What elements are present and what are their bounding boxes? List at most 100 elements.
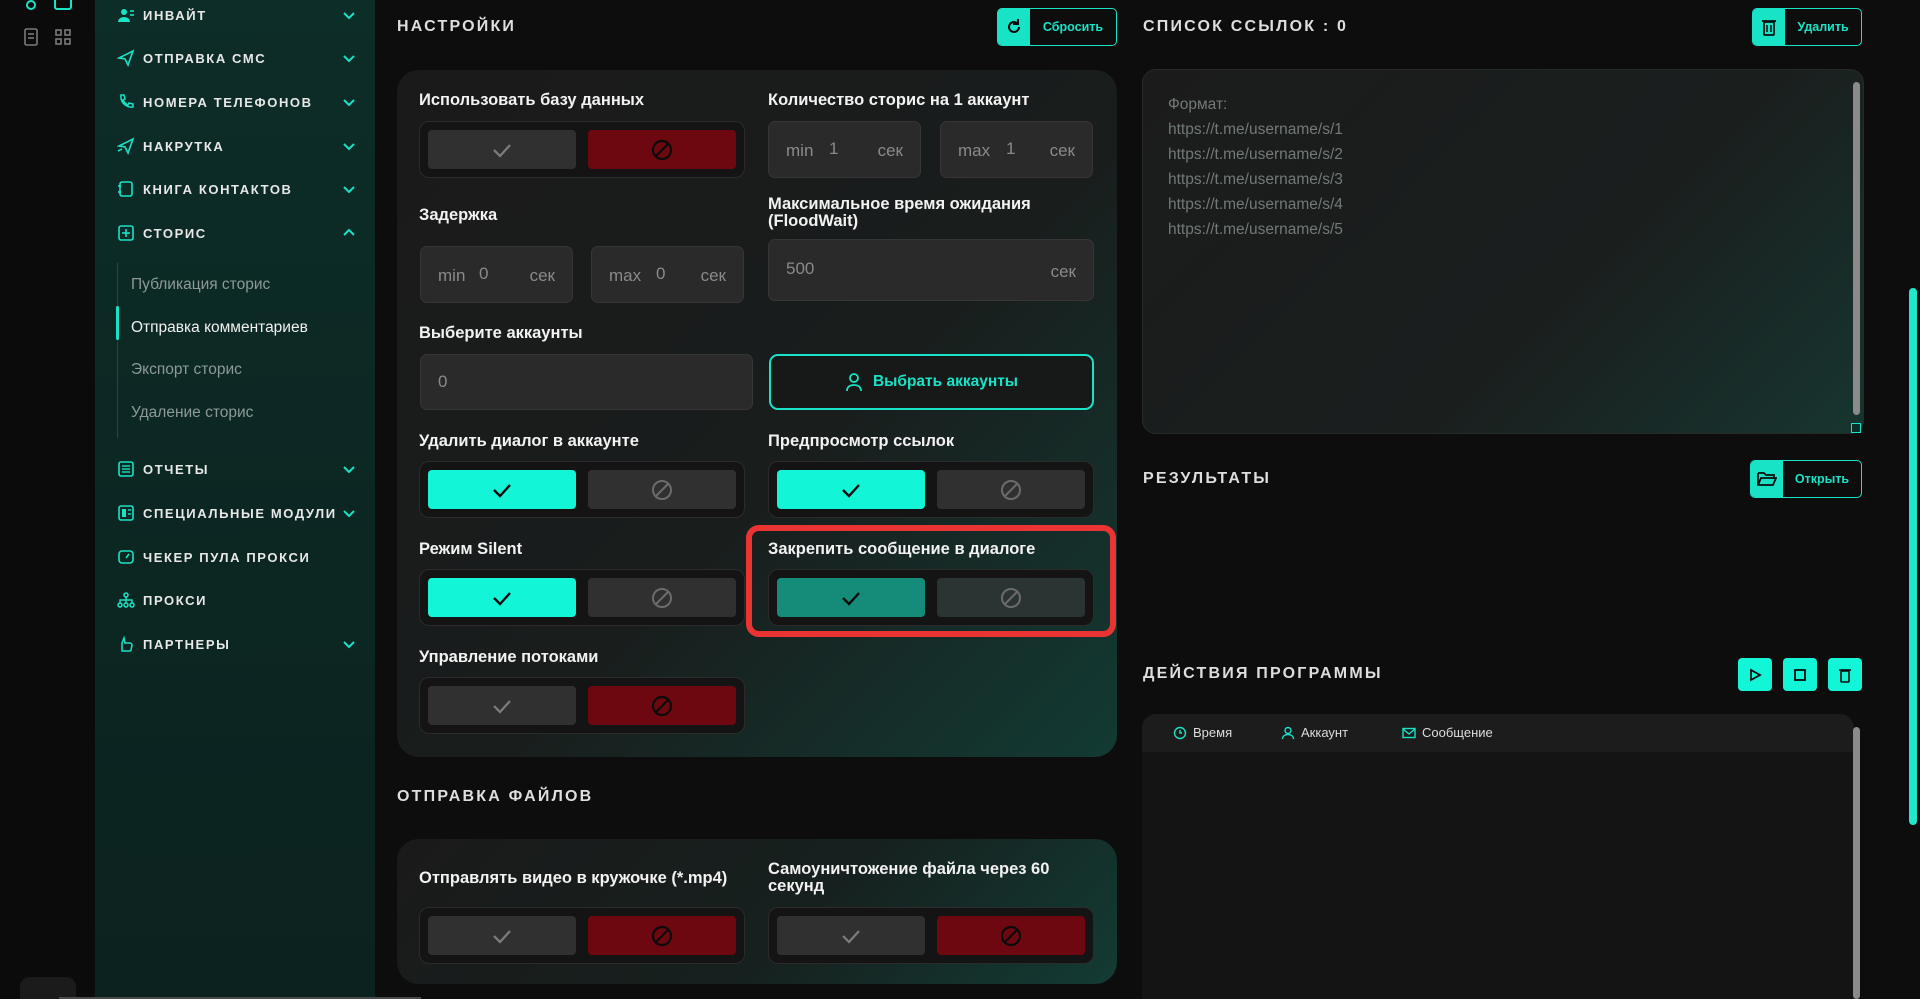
pin-message-no-button[interactable]	[937, 578, 1085, 617]
send-boost-icon	[117, 137, 135, 155]
silent-no-button[interactable]	[588, 578, 736, 617]
sidebar-item-contacts[interactable]: КНИГА КОНТАКТОВ	[117, 174, 357, 204]
self-destruct-toggle	[768, 907, 1094, 964]
folder-open-icon	[1751, 461, 1783, 497]
chevron-down-icon	[343, 99, 355, 107]
sidebar-item-modules[interactable]: СПЕЦИАЛЬНЫЕ МОДУЛИ	[117, 498, 357, 528]
grid-icon[interactable]	[52, 26, 74, 48]
subnav-item-export[interactable]: Экспорт сторис	[131, 361, 242, 379]
gauge-icon	[117, 548, 135, 566]
settings-title: НАСТРОЙКИ	[397, 18, 517, 35]
sec-suffix: сек	[1049, 141, 1075, 160]
column-message-label: Сообщение	[1422, 725, 1493, 740]
use-db-no-button[interactable]	[588, 130, 736, 169]
sidebar-item-stories[interactable]: СТОРИС	[117, 218, 357, 248]
self-destruct-yes-button[interactable]	[777, 916, 925, 955]
links-textarea[interactable]: Формат: https://t.me/username/s/1 https:…	[1142, 69, 1864, 434]
self-destruct-no-button[interactable]	[937, 916, 1085, 955]
use-db-yes-button[interactable]	[428, 130, 576, 169]
max-prefix: max	[958, 141, 991, 160]
monitor-icon[interactable]	[52, 0, 74, 16]
delay-max-input[interactable]: max 0 сек	[591, 246, 744, 303]
reset-button-label: Сбросить	[1042, 20, 1104, 34]
sec-suffix: сек	[529, 266, 555, 285]
self-destruct-line2: секунд	[768, 877, 825, 895]
delete-dialog-no-button[interactable]	[588, 470, 736, 509]
document-icon[interactable]	[20, 26, 42, 48]
user-icon	[1281, 726, 1295, 740]
user-icon	[846, 373, 862, 392]
chevron-up-icon	[343, 228, 355, 236]
accounts-input[interactable]: 0	[420, 354, 753, 410]
app-root: ИНВАЙТ ОТПРАВКА СМС НОМЕРА ТЕЛЕФОНОВ НАК…	[0, 0, 1920, 999]
stories-min-input[interactable]: min 1 сек	[768, 121, 921, 178]
sidebar-item-label: СПЕЦИАЛЬНЫЕ МОДУЛИ	[143, 505, 337, 521]
files-title: ОТПРАВКА ФАЙЛОВ	[397, 788, 594, 805]
phone-icon	[117, 93, 135, 111]
sidebar-item-invite[interactable]: ИНВАЙТ	[117, 0, 357, 30]
gear-icon[interactable]	[20, 0, 42, 16]
check-icon	[493, 929, 511, 944]
video-circle-no-button[interactable]	[588, 916, 736, 955]
sidebar-item-label: СТОРИС	[143, 225, 207, 241]
threads-yes-button[interactable]	[428, 686, 576, 725]
sidebar-item-phones[interactable]: НОМЕРА ТЕЛЕФОНОВ	[117, 87, 357, 117]
column-time-label: Время	[1193, 725, 1233, 740]
play-button[interactable]	[1738, 658, 1772, 691]
column-message[interactable]: Сообщение	[1402, 725, 1493, 740]
subnav-item-delete[interactable]: Удаление сторис	[131, 404, 253, 422]
sidebar-item-proxy[interactable]: ПРОКСИ	[117, 585, 357, 615]
chevron-down-icon	[343, 466, 355, 474]
sidebar-item-proxy-checker[interactable]: ЧЕКЕР ПУЛА ПРОКСИ	[117, 542, 357, 572]
delete-dialog-yes-button[interactable]	[428, 470, 576, 509]
check-icon	[493, 591, 511, 606]
trash-icon	[1839, 668, 1851, 683]
floodwait-label-line2: (FloodWait)	[768, 212, 859, 230]
video-circle-yes-button[interactable]	[428, 916, 576, 955]
sidebar: ИНВАЙТ ОТПРАВКА СМС НОМЕРА ТЕЛЕФОНОВ НАК…	[95, 0, 375, 999]
stop-button[interactable]	[1783, 658, 1817, 691]
min-prefix: min	[438, 266, 466, 285]
page-scrollbar[interactable]	[1909, 288, 1917, 825]
link-preview-yes-button[interactable]	[777, 470, 925, 509]
check-icon	[842, 483, 860, 498]
stories-max-value: 1	[1006, 139, 1016, 158]
sidebar-item-boost[interactable]: НАКРУТКА	[117, 131, 357, 161]
forbidden-icon	[651, 139, 673, 160]
clear-log-button[interactable]	[1828, 658, 1862, 691]
actions-title: ДЕЙСТВИЯ ПРОГРАММЫ	[1143, 665, 1383, 682]
column-account-label: Аккаунт	[1301, 725, 1349, 740]
links-scrollbar[interactable]	[1853, 82, 1860, 415]
threads-label: Управление потоками	[419, 648, 599, 666]
silent-yes-button[interactable]	[428, 578, 576, 617]
use-db-toggle	[419, 121, 745, 178]
column-account[interactable]: Аккаунт	[1281, 725, 1348, 740]
log-scrollbar[interactable]	[1853, 727, 1860, 999]
rail-bottom-button[interactable]	[20, 977, 76, 999]
pin-message-yes-button[interactable]	[777, 578, 925, 617]
delete-dialog-toggle	[419, 461, 745, 518]
forbidden-icon	[652, 479, 672, 500]
reset-button[interactable]: Сбросить	[997, 8, 1117, 46]
sidebar-item-label: НОМЕРА ТЕЛЕФОНОВ	[143, 94, 313, 110]
delay-label: Задержка	[419, 206, 498, 224]
threads-no-button[interactable]	[588, 686, 736, 725]
link-preview-no-button[interactable]	[937, 470, 1085, 509]
delete-links-button[interactable]: Удалить	[1752, 8, 1862, 46]
sidebar-item-label: ПРОКСИ	[143, 592, 208, 608]
self-destruct-label: Самоуничтожение файла через 60 секунд	[768, 861, 1049, 895]
stories-max-input[interactable]: max 1 сек	[940, 121, 1093, 178]
pick-accounts-button[interactable]: Выбрать аккаунты	[769, 354, 1094, 410]
floodwait-value: 500	[786, 259, 815, 278]
subnav-item-comments[interactable]: Отправка комментариев	[131, 319, 308, 337]
floodwait-input[interactable]: 500 сек	[768, 239, 1094, 301]
resize-handle[interactable]	[1851, 423, 1861, 433]
sidebar-item-reports[interactable]: ОТЧЕТЫ	[117, 454, 357, 484]
subnav-line	[117, 263, 118, 438]
sidebar-item-partners[interactable]: ПАРТНЕРЫ	[117, 629, 357, 659]
delay-min-input[interactable]: min 0 сек	[420, 246, 573, 303]
column-time[interactable]: Время	[1173, 725, 1232, 740]
open-results-button[interactable]: Открыть	[1750, 460, 1862, 498]
sidebar-item-sms[interactable]: ОТПРАВКА СМС	[117, 43, 357, 73]
subnav-item-publish[interactable]: Публикация сторис	[131, 276, 270, 294]
